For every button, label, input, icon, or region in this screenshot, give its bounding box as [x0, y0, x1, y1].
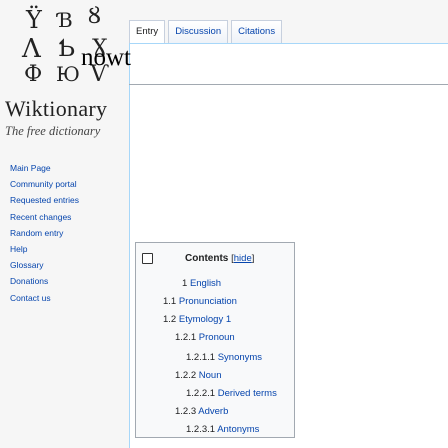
- toc-hide-control: [hide]: [231, 253, 254, 264]
- toc-item-number: 1.2.3.1: [186, 424, 216, 435]
- toc-item-text: Synonyms: [217, 352, 263, 363]
- logo-glyph: Ȣ: [88, 4, 101, 29]
- sidebar-item-recent-changes[interactable]: Recent changes: [10, 209, 110, 225]
- sidebar-navigation: Main Page Community portal Requested ent…: [10, 160, 110, 306]
- toc-item-derived-terms[interactable]: 1.2.2.1 Derived terms: [186, 385, 277, 403]
- toc-header: Contents [hide]: [136, 243, 294, 273]
- toc-title: Contents [hide]: [185, 253, 254, 264]
- page-title: nowt: [81, 44, 131, 71]
- sidebar-item-requested-entries[interactable]: Requested entries: [10, 192, 110, 208]
- toc-item-number: 1.2: [163, 314, 177, 325]
- toc-item-pronunciation[interactable]: 1.1 Pronunciation: [163, 293, 237, 311]
- toc-item-number: 1.2.2.1: [186, 388, 216, 399]
- table-of-contents: Contents [hide] 1 English 1.1 Pronunciat…: [135, 242, 295, 438]
- logo-glyph: Ф: [24, 62, 43, 87]
- toc-item-text: Derived terms: [217, 388, 277, 399]
- toc-item-text: English: [189, 278, 222, 289]
- toc-item-etymology-1[interactable]: 1.2 Etymology 1: [163, 311, 231, 329]
- toc-item-english[interactable]: 1 English: [182, 275, 221, 293]
- sidebar-item-community-portal[interactable]: Community portal: [10, 176, 110, 192]
- toc-toggle-checkbox[interactable]: [142, 253, 153, 264]
- toc-title-text: Contents: [185, 253, 229, 264]
- toc-hide-link[interactable]: hide: [234, 253, 252, 264]
- logo-glyph: Ÿ: [26, 6, 42, 34]
- toc-item-number: 1.2.1: [175, 332, 197, 343]
- toc-item-text: Adverb: [198, 406, 229, 417]
- sidebar-item-donations[interactable]: Donations: [10, 273, 110, 289]
- page-tabs: Entry Discussion Citations: [129, 20, 285, 43]
- sidebar-item-contact-us[interactable]: Contact us: [10, 290, 110, 306]
- toc-item-text: Pronunciation: [178, 296, 237, 307]
- tab-citations[interactable]: Citations: [231, 20, 283, 43]
- logo-glyph: Ƅ: [58, 34, 76, 62]
- sidebar-item-help[interactable]: Help: [10, 241, 110, 257]
- toc-item-pronoun[interactable]: 1.2.1 Pronoun: [175, 329, 235, 347]
- toc-item-number: 1.2.2: [175, 370, 197, 381]
- tab-entry[interactable]: Entry: [129, 20, 166, 43]
- sidebar-item-random-entry[interactable]: Random entry: [10, 225, 110, 241]
- toc-item-text: Etymology 1: [178, 314, 232, 325]
- toc-item-number: 1.2.3: [175, 406, 197, 417]
- logo-glyph: Ɓ: [58, 8, 73, 32]
- site-name[interactable]: Wiktionary: [5, 96, 107, 122]
- logo-glyph: Ʌ: [22, 34, 41, 64]
- toc-item-antonyms[interactable]: 1.2.3.1 Antonyms: [186, 421, 259, 439]
- toc-item-number: 1: [182, 278, 188, 289]
- site-tagline: The free dictionary: [5, 124, 101, 138]
- toc-item-text: Antonyms: [217, 424, 260, 435]
- toc-item-adverb[interactable]: 1.2.3 Adverb: [175, 403, 228, 421]
- toc-hide-bracket-close: ]: [251, 253, 255, 264]
- title-divider: [129, 84, 448, 85]
- logo-glyph: Ю: [56, 62, 80, 86]
- toc-item-text: Pronoun: [198, 332, 235, 343]
- toc-item-number: 1.1: [163, 296, 177, 307]
- sidebar-item-main-page[interactable]: Main Page: [10, 160, 110, 176]
- tab-discussion[interactable]: Discussion: [168, 20, 229, 43]
- toc-item-number: 1.2.1.1: [186, 352, 216, 363]
- sidebar-item-glossary[interactable]: Glossary: [10, 257, 110, 273]
- toc-item-synonyms[interactable]: 1.2.1.1 Synonyms: [186, 349, 262, 367]
- toc-item-text: Noun: [198, 370, 222, 381]
- toc-item-noun[interactable]: 1.2.2 Noun: [175, 367, 222, 385]
